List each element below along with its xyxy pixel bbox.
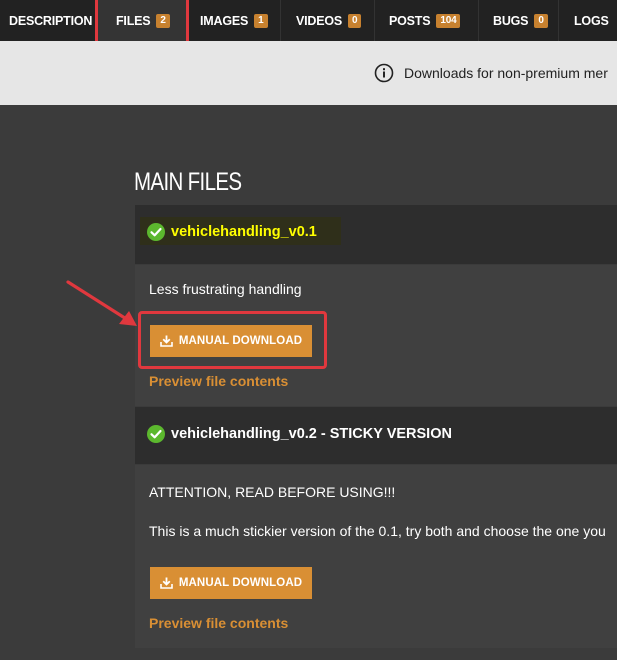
download-label: MANUAL DOWNLOAD (178, 577, 303, 589)
tab-label: BUGS (493, 13, 529, 28)
file-name[interactable]: vehiclehandling_v0.1 (171, 224, 317, 240)
file-card-header: vehiclehandling_v0.1 (135, 205, 617, 264)
file-description: Less frustrating handling (149, 281, 302, 297)
tab-description[interactable]: DESCRIPTION (0, 0, 96, 41)
download-icon (160, 577, 173, 589)
count-badge: 2 (156, 13, 170, 28)
download-label: MANUAL DOWNLOAD (178, 335, 303, 347)
tab-label: POSTS (389, 13, 431, 28)
tab-videos[interactable]: VIDEOS 0 (281, 0, 375, 41)
banner-text: Downloads for non-premium mer (404, 65, 608, 81)
check-icon (147, 425, 165, 443)
count-badge: 0 (534, 13, 548, 28)
tab-files[interactable]: FILES 2 (96, 0, 189, 41)
download-icon (160, 335, 173, 347)
file-card-body: Less frustrating handling MANUAL DOWNLOA… (135, 265, 617, 406)
check-icon (147, 223, 165, 241)
arrow-annotation-icon (66, 280, 137, 326)
file-description-line: This is a much stickier version of the 0… (149, 523, 606, 539)
count-badge: 104 (436, 13, 461, 28)
count-badge: 1 (254, 13, 268, 28)
file-card-header: vehiclehandling_v0.2 - STICKY VERSION (135, 407, 617, 464)
tab-label: VIDEOS (296, 13, 343, 28)
tab-logs[interactable]: LOGS (559, 0, 617, 41)
file-name[interactable]: vehiclehandling_v0.2 - STICKY VERSION (171, 426, 452, 442)
section-title: MAIN FILES (134, 168, 242, 196)
file-description-line: ATTENTION, READ BEFORE USING!!! (149, 484, 396, 500)
tab-bar: DESCRIPTION FILES 2 IMAGES 1 VIDEOS 0 PO… (0, 0, 617, 41)
file-card-body: ATTENTION, READ BEFORE USING!!! This is … (135, 465, 617, 648)
tab-label: IMAGES (200, 13, 249, 28)
manual-download-button[interactable]: MANUAL DOWNLOAD (150, 325, 312, 357)
info-banner: Downloads for non-premium mer (0, 41, 617, 105)
info-icon (374, 63, 394, 83)
tab-images[interactable]: IMAGES 1 (189, 0, 281, 41)
tab-bugs[interactable]: BUGS 0 (479, 0, 559, 41)
manual-download-button[interactable]: MANUAL DOWNLOAD (150, 567, 312, 599)
preview-file-contents-link[interactable]: Preview file contents (149, 615, 288, 631)
count-badge: 0 (348, 13, 362, 28)
tab-label: FILES (116, 13, 151, 28)
tab-posts[interactable]: POSTS 104 (375, 0, 479, 41)
preview-file-contents-link[interactable]: Preview file contents (149, 373, 288, 389)
tab-label: DESCRIPTION (9, 13, 93, 28)
tab-label: LOGS (574, 13, 609, 28)
